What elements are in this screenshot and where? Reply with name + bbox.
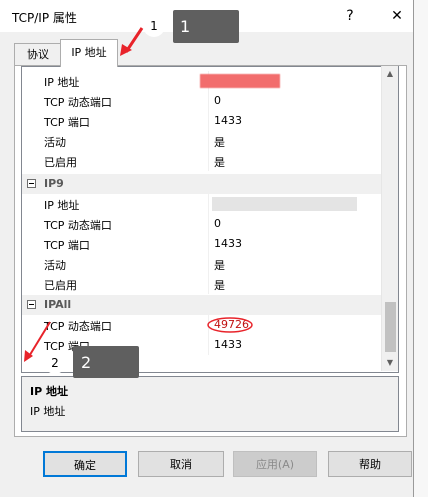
collapse-icon[interactable] — [27, 179, 36, 188]
row-name: TCP 动态端口 — [44, 96, 112, 109]
apply-button[interactable]: 应用(A) — [233, 451, 317, 477]
column-divider — [208, 111, 209, 131]
row-value: 1433 — [214, 338, 242, 351]
cancel-button[interactable]: 取消 — [138, 451, 224, 477]
category-label: IPAll — [44, 298, 72, 311]
grid-row[interactable]: 已启用 是 — [22, 151, 382, 171]
row-name: 已启用 — [44, 156, 77, 169]
column-divider — [208, 91, 209, 111]
row-value: 0 — [214, 217, 221, 230]
grid-row[interactable]: 活动 是 — [22, 254, 382, 274]
row-name: TCP 端口 — [44, 116, 90, 129]
grid-row[interactable]: IP 地址 — [22, 194, 382, 214]
grid-row[interactable]: IP 地址 — [22, 71, 382, 91]
red-arrow-1 — [120, 27, 144, 56]
row-name: 活动 — [44, 136, 66, 149]
help-title-button[interactable]: ? — [341, 7, 359, 25]
row-name: 已启用 — [44, 279, 77, 292]
help-button[interactable]: 帮助 — [328, 451, 412, 477]
scroll-up-icon[interactable]: ▲ — [382, 66, 398, 82]
red-circle-highlight — [207, 317, 253, 333]
column-divider — [208, 131, 209, 151]
category-ip9[interactable]: IP9 — [22, 174, 382, 194]
row-name: 活动 — [44, 259, 66, 272]
column-divider — [208, 214, 209, 234]
close-button[interactable]: ✕ — [388, 7, 406, 25]
column-divider — [208, 234, 209, 254]
ok-button[interactable]: 确定 — [43, 451, 127, 477]
tcpip-properties-dialog: TCP/IP 属性 ? ✕ 协议 IP 地址 IP 地址 TCP 动态端口 0 … — [0, 0, 414, 497]
row-name: TCP 动态端口 — [44, 219, 112, 232]
window-title: TCP/IP 属性 — [12, 11, 77, 25]
callout-box-2: 2 — [73, 346, 139, 378]
callout-number: 2 — [81, 353, 92, 372]
grid-row[interactable]: TCP 动态端口 49726 — [22, 315, 382, 335]
category-ipall[interactable]: IPAll — [22, 295, 382, 315]
row-name: TCP 动态端口 — [44, 320, 112, 333]
grid-row[interactable]: TCP 动态端口 0 — [22, 214, 382, 234]
collapse-icon[interactable] — [27, 300, 36, 309]
category-label: IP9 — [44, 177, 64, 190]
row-value: 是 — [214, 279, 225, 292]
vertical-scrollbar[interactable]: ▲ ▼ — [381, 66, 398, 371]
column-divider — [208, 335, 209, 355]
background-window-right — [414, 0, 428, 497]
red-arrow-2 — [24, 321, 51, 362]
description-text: IP 地址 — [30, 405, 66, 418]
column-divider — [208, 254, 209, 274]
scroll-down-icon[interactable]: ▼ — [382, 355, 398, 371]
row-name: IP 地址 — [44, 76, 80, 89]
row-value: 1433 — [214, 114, 242, 127]
description-panel: IP 地址 IP 地址 — [21, 376, 399, 432]
row-name: TCP 端口 — [44, 239, 90, 252]
row-value: 1433 — [214, 237, 242, 250]
tab-ip-address[interactable]: IP 地址 — [60, 39, 118, 67]
row-name: IP 地址 — [44, 199, 80, 212]
column-divider — [208, 274, 209, 294]
grid-row[interactable]: 已启用 是 — [22, 274, 382, 294]
callout-box-1: 1 — [173, 10, 239, 43]
column-divider — [208, 194, 209, 214]
callout-number: 1 — [180, 17, 191, 36]
property-grid[interactable]: IP 地址 TCP 动态端口 0 TCP 端口 1433 活动 是 已启用 是 … — [21, 66, 399, 373]
row-value: 是 — [214, 136, 225, 149]
row-value: 0 — [214, 94, 221, 107]
column-divider — [208, 151, 209, 171]
redacted-ip — [212, 197, 357, 211]
row-value: 是 — [214, 259, 225, 272]
description-title: IP 地址 — [30, 385, 68, 398]
grid-row[interactable]: 活动 是 — [22, 131, 382, 151]
grid-row[interactable]: TCP 端口 1433 — [22, 234, 382, 254]
row-value: 是 — [214, 156, 225, 169]
scroll-thumb[interactable] — [385, 302, 396, 352]
tab-protocol[interactable]: 协议 — [14, 43, 62, 66]
grid-row[interactable]: TCP 动态端口 0 — [22, 91, 382, 111]
grid-row[interactable]: TCP 端口 1433 — [22, 111, 382, 131]
redacted-ip — [200, 74, 280, 88]
